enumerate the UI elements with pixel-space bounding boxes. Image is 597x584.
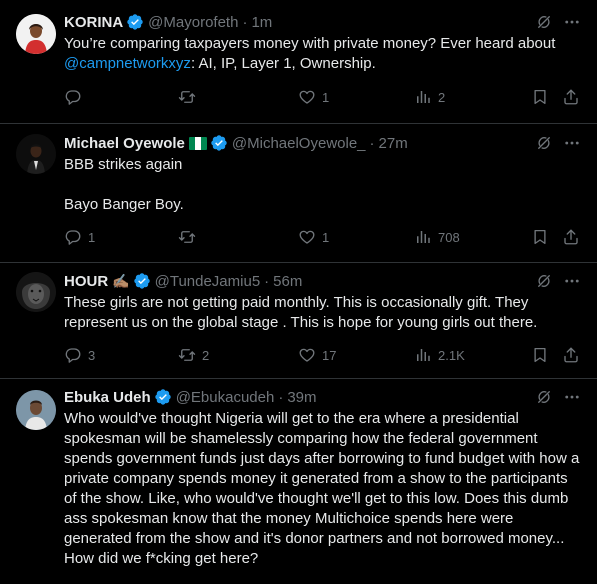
- action-bar: 1 1 708: [64, 227, 581, 247]
- grok-icon[interactable]: [535, 13, 553, 31]
- user-handle[interactable]: @Ebukacudeh: [176, 389, 275, 406]
- reply-button[interactable]: 1: [64, 227, 95, 247]
- user-handle[interactable]: @TundeJamiu5: [155, 273, 261, 290]
- timestamp[interactable]: 39m: [287, 389, 316, 406]
- share-button[interactable]: [562, 87, 580, 107]
- verified-badge-icon: [154, 388, 172, 406]
- views-button[interactable]: 2.1K: [414, 345, 465, 365]
- bookmark-button[interactable]: [531, 227, 549, 247]
- display-name[interactable]: HOUR: [64, 273, 108, 290]
- nigeria-flag-emoji: 🇳🇬: [188, 136, 207, 150]
- separator-dot: ·: [242, 13, 248, 31]
- writing-hand-emoji: ✍🏽: [112, 272, 130, 289]
- tweet-text-content: These girls are not getting paid monthly…: [64, 294, 538, 331]
- action-bar: 3 2 17 2.1K: [64, 345, 581, 365]
- tweet-text-part: You’re comparing taxpayers money with pr…: [64, 35, 556, 52]
- action-bar: 1 2: [64, 87, 581, 107]
- user-handle[interactable]: @MichaelOyewole_: [232, 135, 366, 152]
- reply-button[interactable]: 3: [64, 345, 95, 365]
- like-count: 1: [322, 229, 330, 245]
- separator-dot: ·: [369, 134, 375, 152]
- tweet-line: Bayo Banger Boy.: [64, 196, 184, 213]
- avatar[interactable]: [16, 134, 56, 174]
- reply-count: 1: [88, 229, 96, 245]
- grok-icon[interactable]: [535, 388, 553, 406]
- view-count: 2.1K: [438, 347, 465, 363]
- like-count: 17: [322, 347, 337, 363]
- share-button[interactable]: [562, 345, 580, 365]
- retweet-button[interactable]: [178, 87, 202, 107]
- views-icon: [414, 228, 432, 246]
- timestamp[interactable]: 56m: [273, 273, 302, 290]
- avatar[interactable]: [16, 390, 56, 430]
- bookmark-button[interactable]: [531, 87, 549, 107]
- bookmark-icon: [531, 88, 549, 106]
- share-icon: [562, 346, 580, 364]
- view-count: 2: [438, 89, 446, 105]
- like-count: 1: [322, 89, 330, 105]
- retweet-icon: [178, 346, 196, 364]
- view-count: 708: [438, 229, 460, 245]
- views-button[interactable]: 2: [414, 87, 445, 107]
- more-options-icon[interactable]: [563, 272, 581, 290]
- tweet-text: These girls are not getting paid monthly…: [64, 293, 581, 333]
- like-button[interactable]: 1: [298, 227, 329, 247]
- display-name[interactable]: Ebuka Udeh: [64, 389, 151, 406]
- retweet-count: 2: [202, 347, 210, 363]
- share-button[interactable]: [562, 227, 580, 247]
- share-icon: [562, 228, 580, 246]
- retweet-icon: [178, 88, 196, 106]
- separator-dot: ·: [264, 272, 270, 290]
- reply-count: 3: [88, 347, 96, 363]
- retweet-button[interactable]: 2: [178, 345, 209, 365]
- reply-icon: [64, 88, 82, 106]
- reply-button[interactable]: [64, 87, 88, 107]
- mention-link[interactable]: @campnetworkxyz: [64, 55, 191, 72]
- retweet-icon: [178, 228, 196, 246]
- tweet-text: Who would've thought Nigeria will get to…: [64, 409, 581, 569]
- verified-badge-icon: [126, 13, 144, 31]
- bookmark-button[interactable]: [531, 345, 549, 365]
- tweet-text: BBB strikes again Bayo Banger Boy.: [64, 155, 581, 215]
- heart-icon: [298, 346, 316, 364]
- timestamp[interactable]: 27m: [379, 135, 408, 152]
- reply-icon: [64, 228, 82, 246]
- views-icon: [414, 346, 432, 364]
- tweet-text-part: : AI, IP, Layer 1, Ownership.: [190, 55, 376, 72]
- more-options-icon[interactable]: [563, 13, 581, 31]
- timestamp[interactable]: 1m: [251, 14, 272, 31]
- share-icon: [562, 88, 580, 106]
- tweet-hour[interactable]: HOUR ✍🏽 @TundeJamiu5 · 56m These girls a…: [0, 263, 597, 379]
- reply-icon: [64, 346, 82, 364]
- tweet-line: BBB strikes again: [64, 156, 183, 173]
- user-handle[interactable]: @Mayorofeth: [148, 14, 238, 31]
- grok-icon[interactable]: [535, 272, 553, 290]
- separator-dot: ·: [278, 388, 284, 406]
- bookmark-icon: [531, 346, 549, 364]
- tweet-michael-oyewole[interactable]: Michael Oyewole 🇳🇬 @MichaelOyewole_ · 27…: [0, 124, 597, 263]
- verified-badge-icon: [133, 272, 151, 290]
- like-button[interactable]: 1: [298, 87, 329, 107]
- tweet-text: You’re comparing taxpayers money with pr…: [64, 34, 581, 74]
- views-button[interactable]: 708: [414, 227, 460, 247]
- retweet-button[interactable]: [178, 227, 202, 247]
- grok-icon[interactable]: [535, 134, 553, 152]
- heart-icon: [298, 228, 316, 246]
- heart-icon: [298, 88, 316, 106]
- verified-badge-icon: [210, 134, 228, 152]
- tweet-text-content: Who would've thought Nigeria will get to…: [64, 410, 580, 567]
- avatar[interactable]: [16, 14, 56, 54]
- display-name[interactable]: Michael Oyewole: [64, 135, 185, 152]
- more-options-icon[interactable]: [563, 388, 581, 406]
- tweet-korina[interactable]: KORINA @Mayorofeth · 1m You’re comparing…: [0, 0, 597, 124]
- views-icon: [414, 88, 432, 106]
- bookmark-icon: [531, 228, 549, 246]
- like-button[interactable]: 17: [298, 345, 336, 365]
- display-name[interactable]: KORINA: [64, 14, 123, 31]
- more-options-icon[interactable]: [563, 134, 581, 152]
- tweet-ebuka-udeh[interactable]: Ebuka Udeh @Ebukacudeh · 39m Who would'v…: [0, 379, 597, 584]
- avatar[interactable]: [16, 272, 56, 312]
